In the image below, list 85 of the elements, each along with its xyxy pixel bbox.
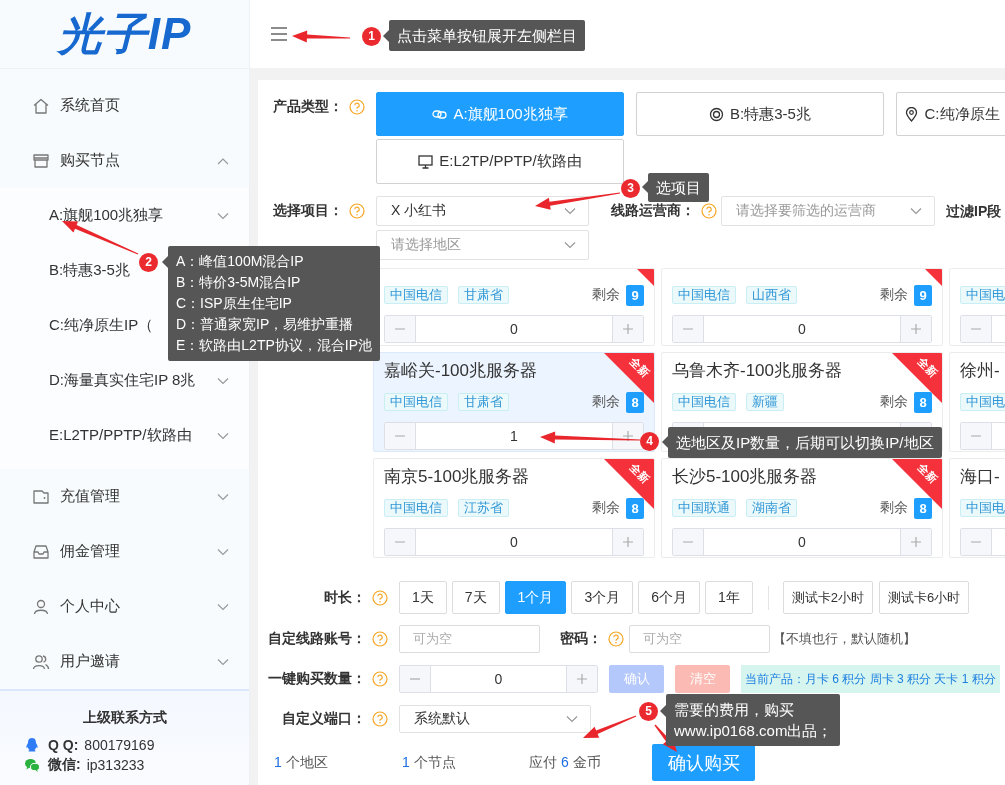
menu-item[interactable]: 充值管理 xyxy=(0,469,249,524)
callout-tooltip: 点击菜单按钮展开左侧栏目 xyxy=(383,20,585,51)
tag: 山西省 xyxy=(746,286,797,304)
tag: 中国电信 xyxy=(672,286,736,304)
callout-tooltip: A：峰值100M混合IP B：特价3-5M混合IP C：ISP原生住宅IP D：普通家宽IP，易维护重播 E：软路由L2TP协议，混合IP池 xyxy=(162,246,381,361)
contact-title: 上级联系方式 xyxy=(81,709,168,727)
summary-text: 1 个节点 xyxy=(402,753,457,772)
hint-text: 【不填也行，默认随机】 xyxy=(773,630,916,648)
product-type-tab[interactable]: C:纯净原生 xyxy=(896,92,1005,136)
remaining-label: 剩余 xyxy=(592,286,620,304)
remaining-label: 剩余 xyxy=(880,286,908,304)
duration-option[interactable]: 6个月 xyxy=(638,581,700,614)
remaining-count: 8 xyxy=(914,497,932,519)
duration-option[interactable]: 7天 xyxy=(451,581,500,614)
tag: 甘肃省 xyxy=(458,393,509,411)
project-select[interactable]: X 小红书 xyxy=(376,196,589,226)
quantity-stepper[interactable]: 1 xyxy=(384,422,644,450)
field-label: 选择项目： xyxy=(272,202,343,220)
quantity-stepper[interactable]: 0 xyxy=(672,315,932,343)
node-card[interactable]: 长沙5-100兆服务器 中国联通 湖南省 剩余 8 0 全新 xyxy=(661,458,943,558)
field-label: 自定线路账号： xyxy=(267,630,366,648)
contact-label: Q Q: xyxy=(48,737,79,753)
contact-value: ip313233 xyxy=(86,757,145,773)
node-card[interactable]: 中国电信 山西省 剩余 9 0 xyxy=(661,268,943,346)
remaining-count: 8 xyxy=(914,391,932,413)
node-title: 南京5-100兆服务器 xyxy=(384,466,530,488)
duration-option[interactable]: 3个月 xyxy=(571,581,634,614)
product-type-tab[interactable]: E:L2TP/PPTP/软路由 xyxy=(376,139,624,184)
tag: 湖南省 xyxy=(746,499,797,517)
node-card[interactable]: 南京5-100兆服务器 中国电信 江苏省 剩余 8 0 全新 xyxy=(373,458,655,558)
trial-option[interactable]: 测试卡6小时 xyxy=(879,581,970,614)
tag: 中国电信 xyxy=(384,286,448,304)
duration-option[interactable]: 1年 xyxy=(705,581,753,614)
submenu-item[interactable]: E:L2TP/PPTP/软路由 xyxy=(0,408,249,463)
node-card[interactable]: 海口- 中国电 xyxy=(949,458,1005,558)
field-label: 自定义端口： xyxy=(281,710,366,728)
summary-text: 1 个地区 xyxy=(274,753,329,772)
tag: 江苏省 xyxy=(458,499,509,517)
logo: 光子IP xyxy=(57,7,192,60)
field-label: 产品类型： xyxy=(272,98,343,116)
duration-option[interactable]: 1天 xyxy=(399,581,447,614)
remaining-count: 9 xyxy=(626,284,644,306)
product-type-tab[interactable]: B:特惠3-5兆 xyxy=(636,92,884,136)
tag: 中国电信 xyxy=(672,393,736,411)
menu-item[interactable]: 用户邀请 xyxy=(0,634,249,689)
field-label: 过滤IP段 xyxy=(946,202,1002,221)
field-label: 时长： xyxy=(323,588,366,607)
remaining-count: 8 xyxy=(626,391,644,413)
tag: 中国电信 xyxy=(384,499,448,517)
contact-label: 微信: xyxy=(48,756,81,774)
node-card[interactable]: 徐州- 中国电 xyxy=(949,352,1005,452)
submenu-item[interactable]: A:旗舰100兆独享 xyxy=(0,188,249,243)
trial-option[interactable]: 测试卡2小时 xyxy=(782,581,873,614)
summary-text: 应付 6 金币 xyxy=(529,753,602,772)
menu-item[interactable]: 个人中心 xyxy=(0,579,249,634)
quantity-stepper[interactable]: 0 xyxy=(384,528,644,556)
tag: 中国电 xyxy=(960,499,1005,517)
price-info: 当前产品：月卡 6 积分 周卡 3 积分 天卡 1 积分 xyxy=(741,665,1000,693)
callout-tooltip: 选地区及IP数量，后期可以切换IP/地区 xyxy=(662,427,942,458)
contact-value: 800179169 xyxy=(84,737,155,753)
quantity-stepper[interactable]: 0 xyxy=(399,665,598,693)
quantity-stepper[interactable]: 0 xyxy=(672,528,932,556)
callout-tooltip: 需要的费用，购买 www.ip0168.com出品； xyxy=(660,694,841,746)
field-label: 一键购买数量： xyxy=(267,670,366,688)
node-title: 乌鲁木齐-100兆服务器 xyxy=(672,360,843,382)
menu-item[interactable]: 佣金管理 xyxy=(0,524,249,579)
node-title: 长沙5-100兆服务器 xyxy=(672,466,818,488)
menu-item[interactable]: 系统首页 xyxy=(0,78,249,133)
remaining-count: 9 xyxy=(914,284,932,306)
field-label: 线路运营商： xyxy=(611,202,695,220)
field-label: 密码： xyxy=(560,630,602,648)
tag: 甘肃省 xyxy=(458,286,509,304)
remaining-count: 8 xyxy=(626,497,644,519)
quantity-stepper[interactable]: 0 xyxy=(384,315,644,343)
port-select[interactable]: 系统默认 xyxy=(399,705,591,733)
tag: 中国电信 xyxy=(384,393,448,411)
tag: 中国联通 xyxy=(672,499,736,517)
menu-item[interactable]: 购买节点 xyxy=(0,133,249,188)
node-title: 嘉峪关-100兆服务器 xyxy=(384,360,538,382)
callout-tooltip: 选项目 xyxy=(642,173,709,202)
tag: 新疆 xyxy=(746,393,784,411)
tag: 中国电 xyxy=(960,286,1005,304)
node-title: 海口- xyxy=(960,466,1000,488)
node-title: 徐州- xyxy=(960,360,1000,382)
tag: 中国电 xyxy=(960,393,1005,411)
